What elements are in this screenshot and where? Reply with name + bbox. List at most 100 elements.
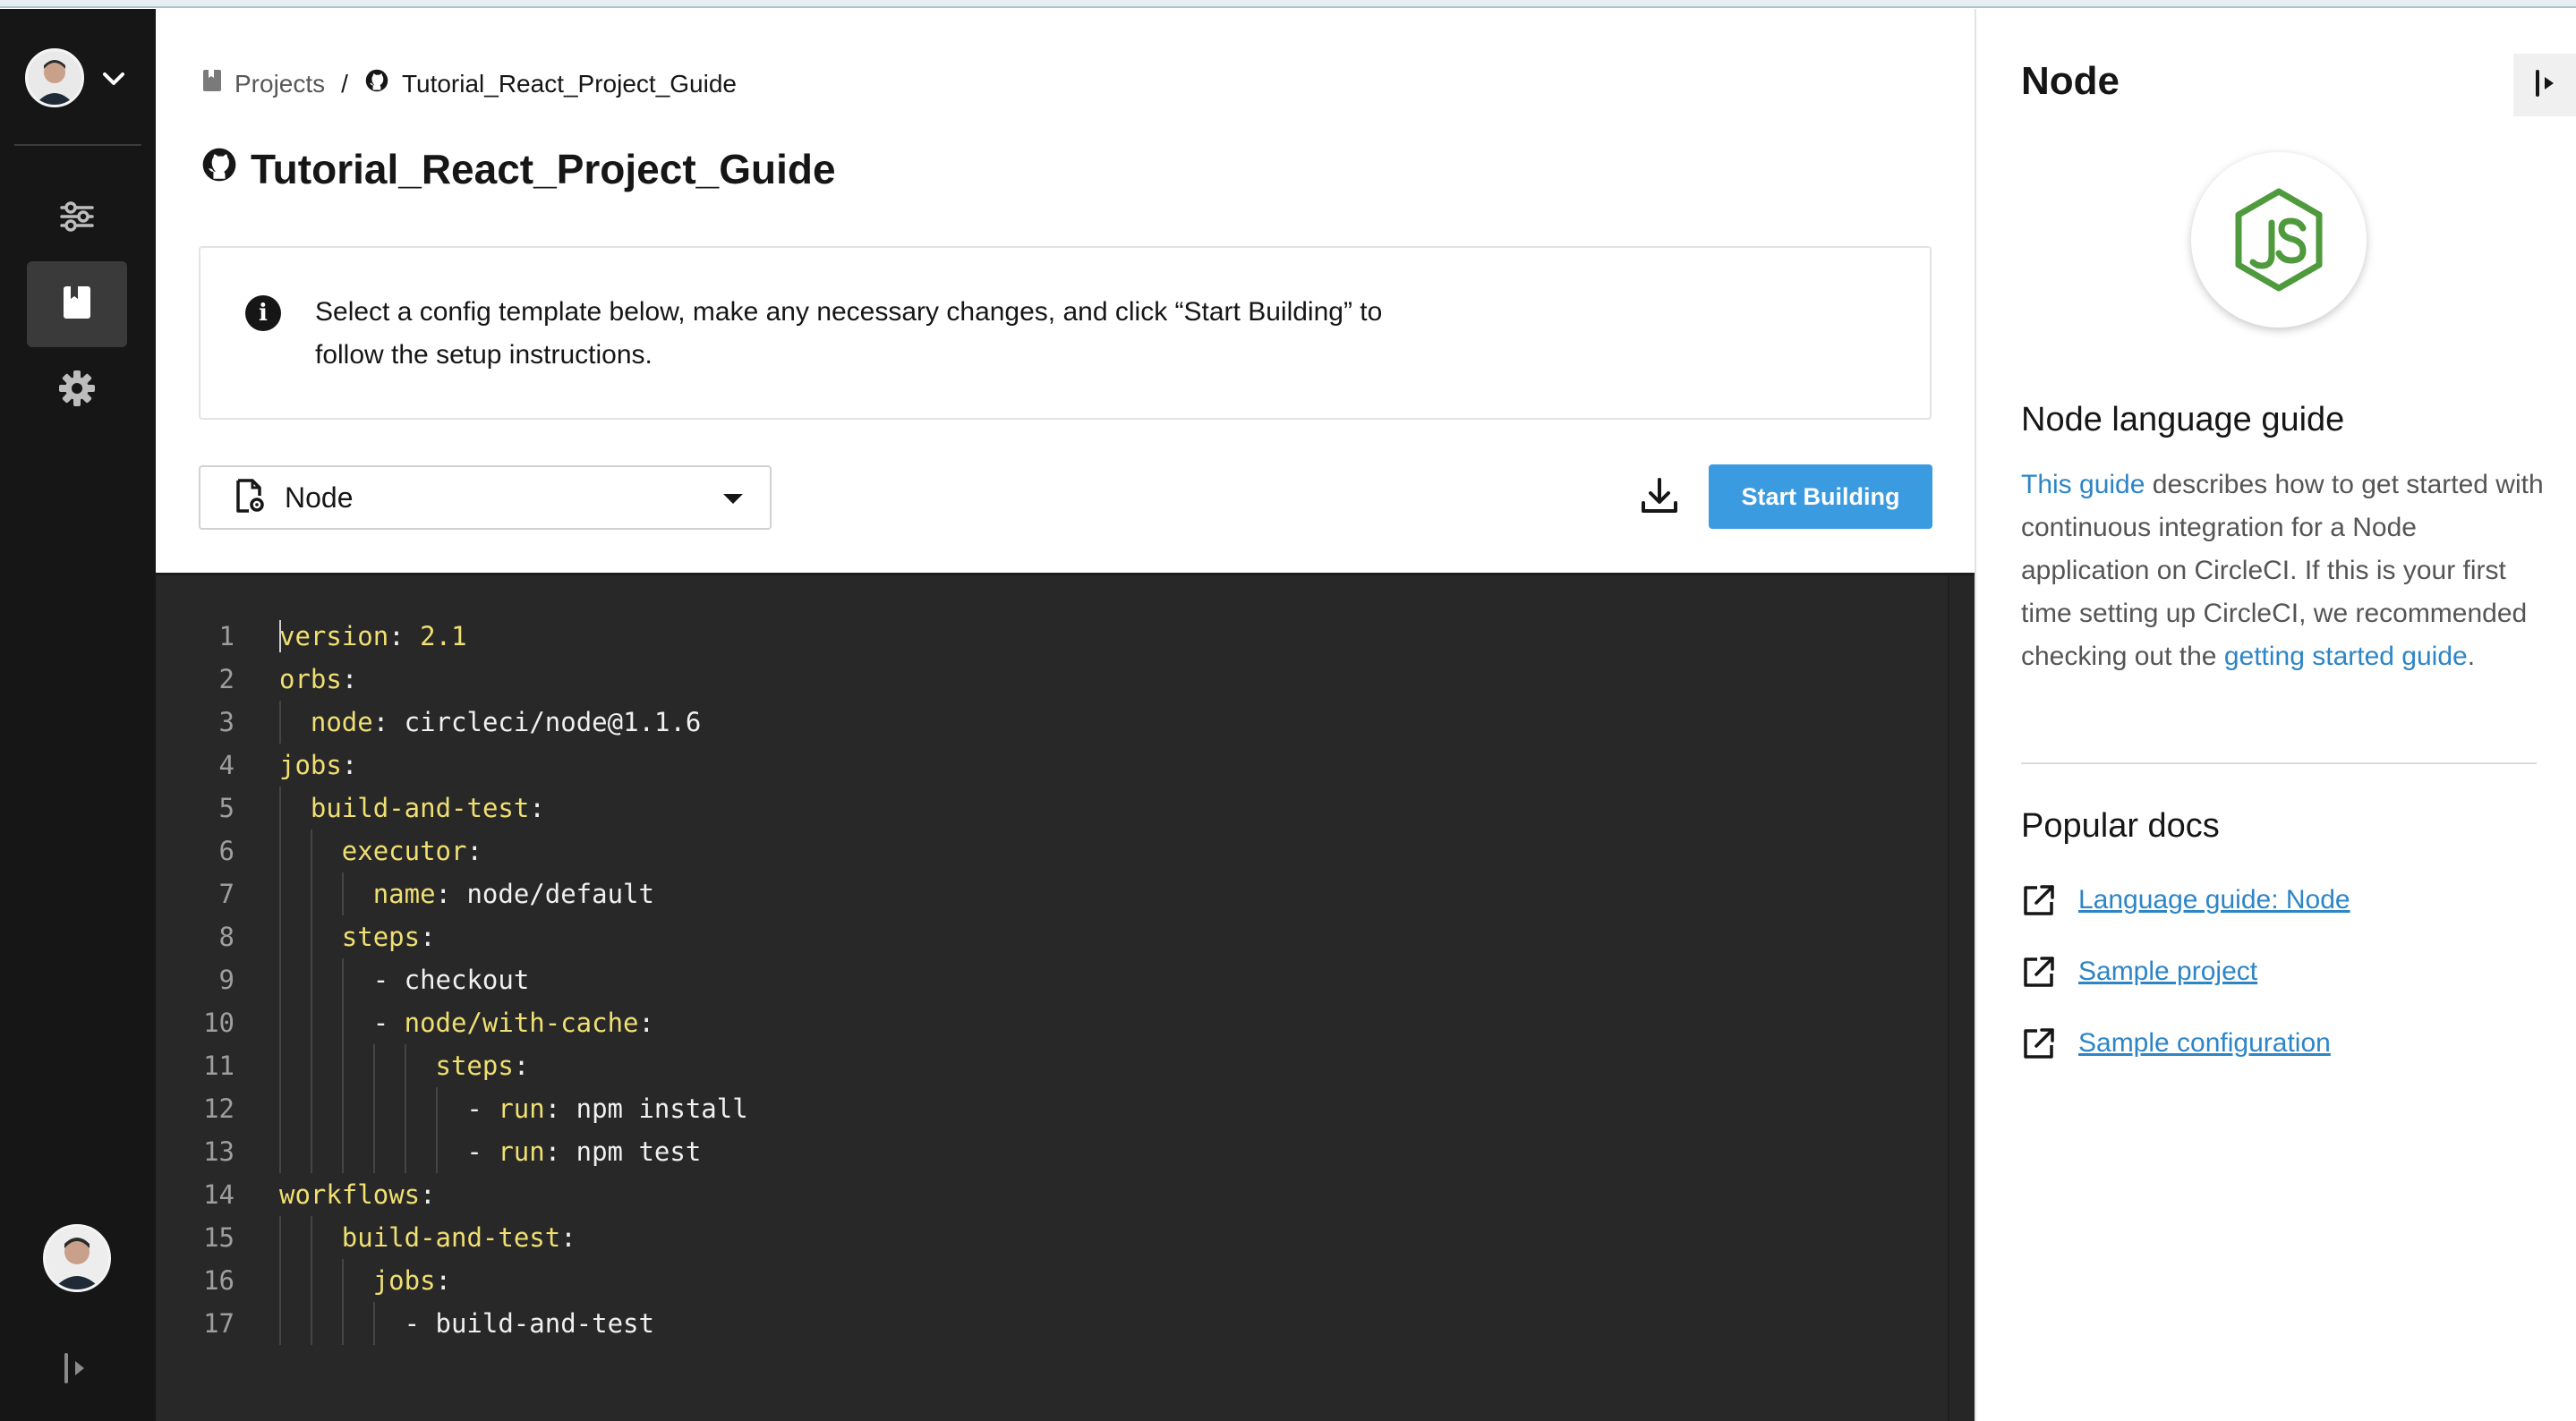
indent-guide [279,830,281,872]
guide-heading: Node language guide [2021,401,2345,438]
doc-link-sample-project[interactable]: Sample project [2021,954,2257,990]
book-icon [202,69,222,98]
indent-guide [279,872,281,915]
download-config-button[interactable] [1634,472,1685,523]
breadcrumb-projects-link[interactable]: Projects [235,70,325,98]
line-number: 10 [203,1008,235,1038]
doc-link-language-guide[interactable]: Language guide: Node [2021,882,2350,918]
nav-item-projects[interactable] [27,261,127,347]
org-switcher-chevron-down-icon[interactable] [100,70,127,88]
indent-guide [341,1130,344,1173]
gear-icon [58,370,96,412]
code-text: version: 2.1 [279,621,467,651]
nodejs-logo [2191,152,2367,328]
getting-started-guide-link[interactable]: getting started guide [2224,642,2468,671]
indent-guide [279,958,281,1001]
line-number: 16 [203,1265,235,1296]
config-template-selected: Node [285,481,354,514]
code-text: - run: npm test [466,1136,702,1167]
line-number: 1 [218,621,235,651]
config-template-select[interactable]: Node [199,465,772,530]
github-icon [200,145,251,193]
code-text: executor: [341,836,482,866]
indent-guide [279,1001,281,1044]
line-number: 12 [203,1093,235,1124]
nav-divider [14,144,141,146]
indent-guide [279,1216,281,1259]
indent-guide [310,1044,312,1087]
indent-guide [404,1044,406,1087]
code-text: steps: [341,922,436,952]
info-icon: i [245,295,281,331]
code-text: - build-and-test [404,1308,654,1339]
editor-scrollbar[interactable] [1948,575,1975,1421]
main-content: Projects / Tutorial_React_Project_Guide … [156,9,1975,1421]
code-text: name: node/default [372,879,654,909]
external-link-icon [2024,957,2054,987]
guide-description-end: . [2467,642,2476,671]
external-link-icon [2024,1028,2054,1059]
indent-guide [279,1130,281,1173]
info-text-line: Select a config template below, make any… [315,297,1383,327]
indent-guide [279,1302,281,1345]
collapse-panel-icon [2531,68,2560,103]
breadcrumb-repo-label: Tutorial_React_Project_Guide [401,69,737,98]
code-text: - node/with-cache: [372,1008,654,1038]
indent-guide [341,1044,344,1087]
nav-item-pipelines[interactable] [27,175,127,261]
indent-guide [341,1259,344,1302]
indent-guide [310,915,312,958]
line-number: 13 [203,1136,235,1167]
indent-guide [310,1130,312,1173]
code-text: - checkout [372,965,530,995]
window-top-border [0,0,2576,8]
line-number: 9 [218,965,235,995]
language-guide-panel: Node Node language guide This guide desc… [1975,9,2576,1421]
code-text: jobs: [372,1265,451,1296]
doc-link-label: Sample project [2078,957,2258,986]
info-text-line: follow the setup instructions. [315,340,653,370]
org-avatar[interactable] [25,48,84,107]
indent-guide [310,1259,312,1302]
start-building-button[interactable]: Start Building [1709,464,1932,529]
doc-link-label: Language guide: Node [2078,885,2350,915]
file-config-icon [235,478,265,518]
text-cursor [279,620,281,652]
line-number: 2 [218,664,235,694]
collapse-panel-button[interactable] [2513,54,2576,116]
code-text: orbs: [279,664,358,694]
indent-guide [341,958,344,1001]
code-text: - run: npm install [466,1093,748,1124]
config-code-editor[interactable]: 1 version: 2.1 2 orbs: 3 node: circleci/node@… [156,573,1975,1421]
caret-down-icon [723,494,743,504]
info-text: Select a config template below, make any… [315,291,1514,377]
expand-nav-icon[interactable] [61,1351,93,1385]
indent-guide [372,1044,375,1087]
panel-divider [2021,762,2537,764]
user-avatar[interactable] [43,1224,111,1292]
line-number: 17 [203,1308,235,1339]
doc-link-sample-configuration[interactable]: Sample configuration [2021,1025,2331,1061]
doc-link-label: Sample configuration [2078,1028,2331,1058]
sliders-icon [58,200,96,238]
indent-guide [435,1087,438,1130]
book-icon [62,285,92,325]
breadcrumb: Projects / Tutorial_React_Project_Guide [202,68,737,99]
line-number: 7 [218,879,235,909]
page-title: Tutorial_React_Project_Guide [200,145,836,193]
indent-guide [372,1087,375,1130]
line-number: 11 [203,1051,235,1081]
info-banner: i Select a config template below, make a… [199,246,1932,420]
external-link-icon [2024,885,2054,915]
code-text: node: circleci/node@1.1.6 [310,707,702,737]
indent-guide [310,958,312,1001]
nav-item-settings[interactable] [27,347,127,433]
this-guide-link[interactable]: This guide [2021,470,2145,499]
indent-guide [310,872,312,915]
page-title-text: Tutorial_React_Project_Guide [251,146,836,192]
line-number: 5 [218,793,235,823]
indent-guide [341,1001,344,1044]
line-number: 14 [203,1179,235,1210]
code-text: jobs: [279,750,358,780]
github-icon [364,68,389,99]
